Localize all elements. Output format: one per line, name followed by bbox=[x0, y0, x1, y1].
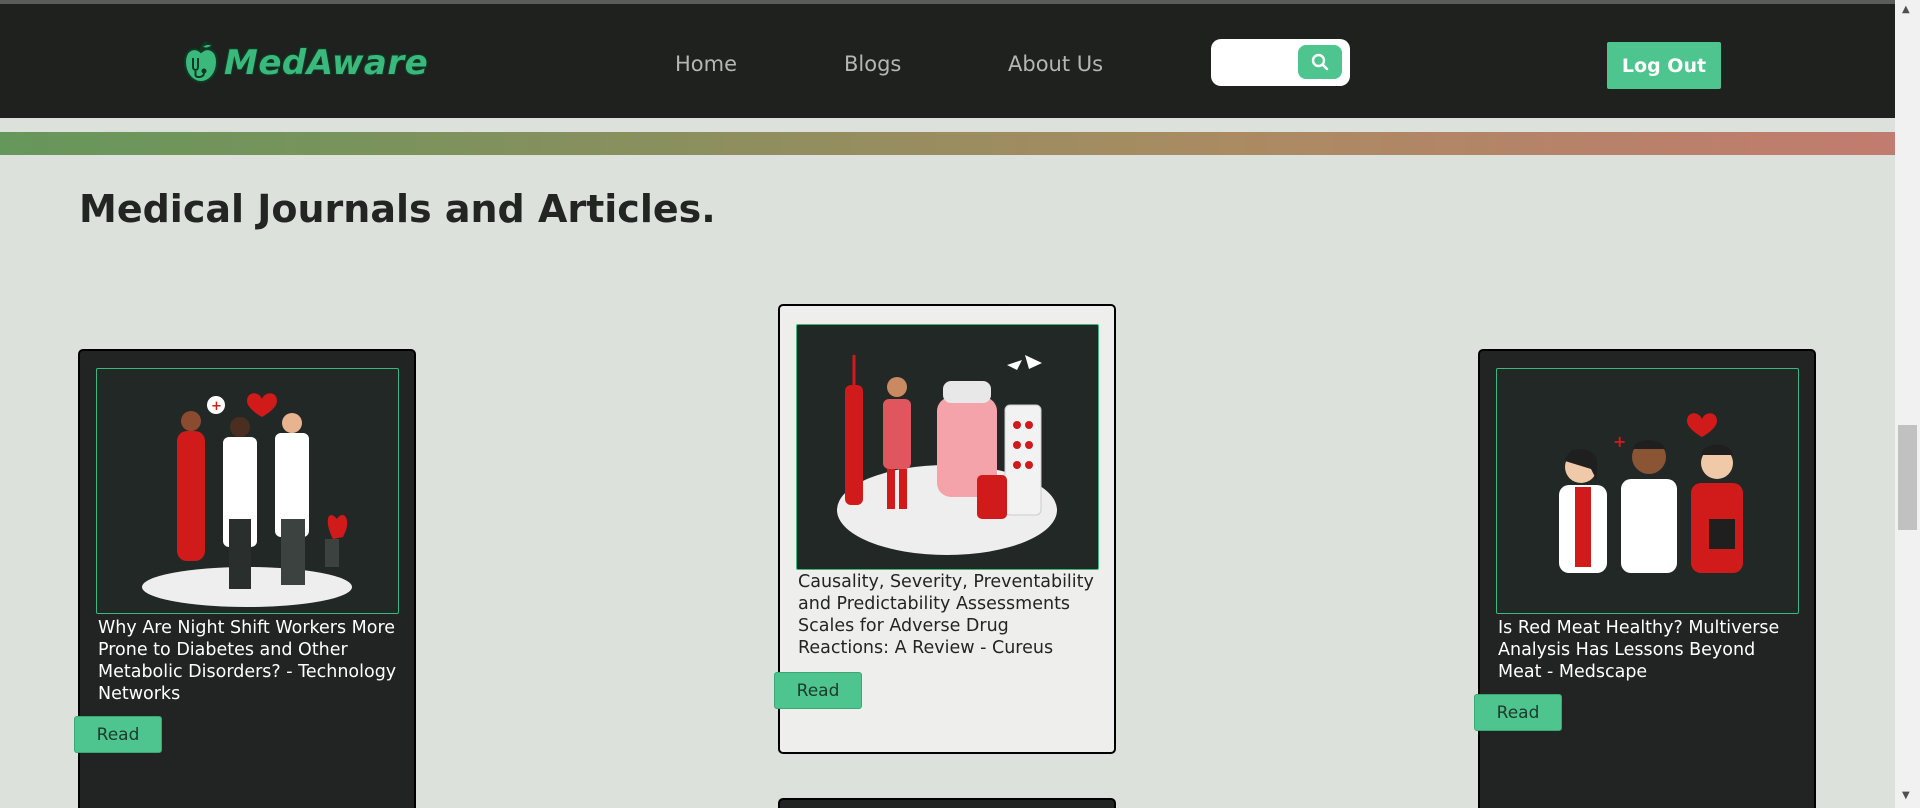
read-button[interactable]: Read bbox=[774, 672, 862, 709]
article-card: + Why Are Night Shift Workers More Prone… bbox=[74, 349, 416, 808]
search-box bbox=[1211, 39, 1350, 86]
article-image bbox=[796, 324, 1099, 570]
svg-text:+: + bbox=[211, 399, 222, 414]
nav-link-home[interactable]: Home bbox=[675, 52, 737, 76]
scroll-up-icon[interactable]: ▲ bbox=[1902, 4, 1910, 15]
article-title: Is Red Meat Healthy? Multiverse Analysis… bbox=[1498, 618, 1780, 682]
scroll-down-icon[interactable]: ▼ bbox=[1902, 790, 1910, 801]
medicine-illustration bbox=[837, 355, 1057, 555]
doctors-illustration: + bbox=[142, 393, 352, 607]
page-title: Medical Journals and Articles. bbox=[79, 187, 716, 231]
doctors-illustration: + bbox=[1559, 413, 1743, 573]
article-title: Why Are Night Shift Workers More Prone t… bbox=[98, 618, 397, 704]
logout-button[interactable]: Log Out bbox=[1607, 42, 1721, 89]
article-card: + Is Red Meat Healthy? Multiverse Analys… bbox=[1474, 349, 1816, 808]
search-button[interactable] bbox=[1298, 45, 1342, 79]
decorative-gradient-bar bbox=[0, 132, 1895, 155]
scrollbar[interactable]: ▲ ▼ bbox=[1895, 0, 1920, 808]
svg-text:+: + bbox=[1613, 432, 1626, 451]
read-button[interactable]: Read bbox=[74, 716, 162, 753]
apple-stethoscope-icon bbox=[183, 40, 219, 84]
read-button[interactable]: Read bbox=[1474, 694, 1562, 731]
brand-name: MedAware bbox=[224, 43, 429, 83]
article-card: Causality, Severity, Preventability and … bbox=[774, 304, 1116, 754]
article-title: Causality, Severity, Preventability and … bbox=[798, 572, 1094, 658]
article-image: + bbox=[96, 368, 399, 614]
search-input[interactable] bbox=[1221, 47, 1301, 77]
navbar: MedAware Home Blogs About Us Log Out bbox=[0, 4, 1895, 118]
article-image: + bbox=[1496, 368, 1799, 614]
brand-logo[interactable]: MedAware bbox=[182, 38, 428, 88]
scroll-thumb[interactable] bbox=[1898, 425, 1917, 530]
nav-link-about-us[interactable]: About Us bbox=[1008, 52, 1103, 76]
article-card-partial bbox=[778, 798, 1116, 808]
nav-link-blogs[interactable]: Blogs bbox=[844, 52, 901, 76]
search-icon bbox=[1311, 53, 1329, 71]
